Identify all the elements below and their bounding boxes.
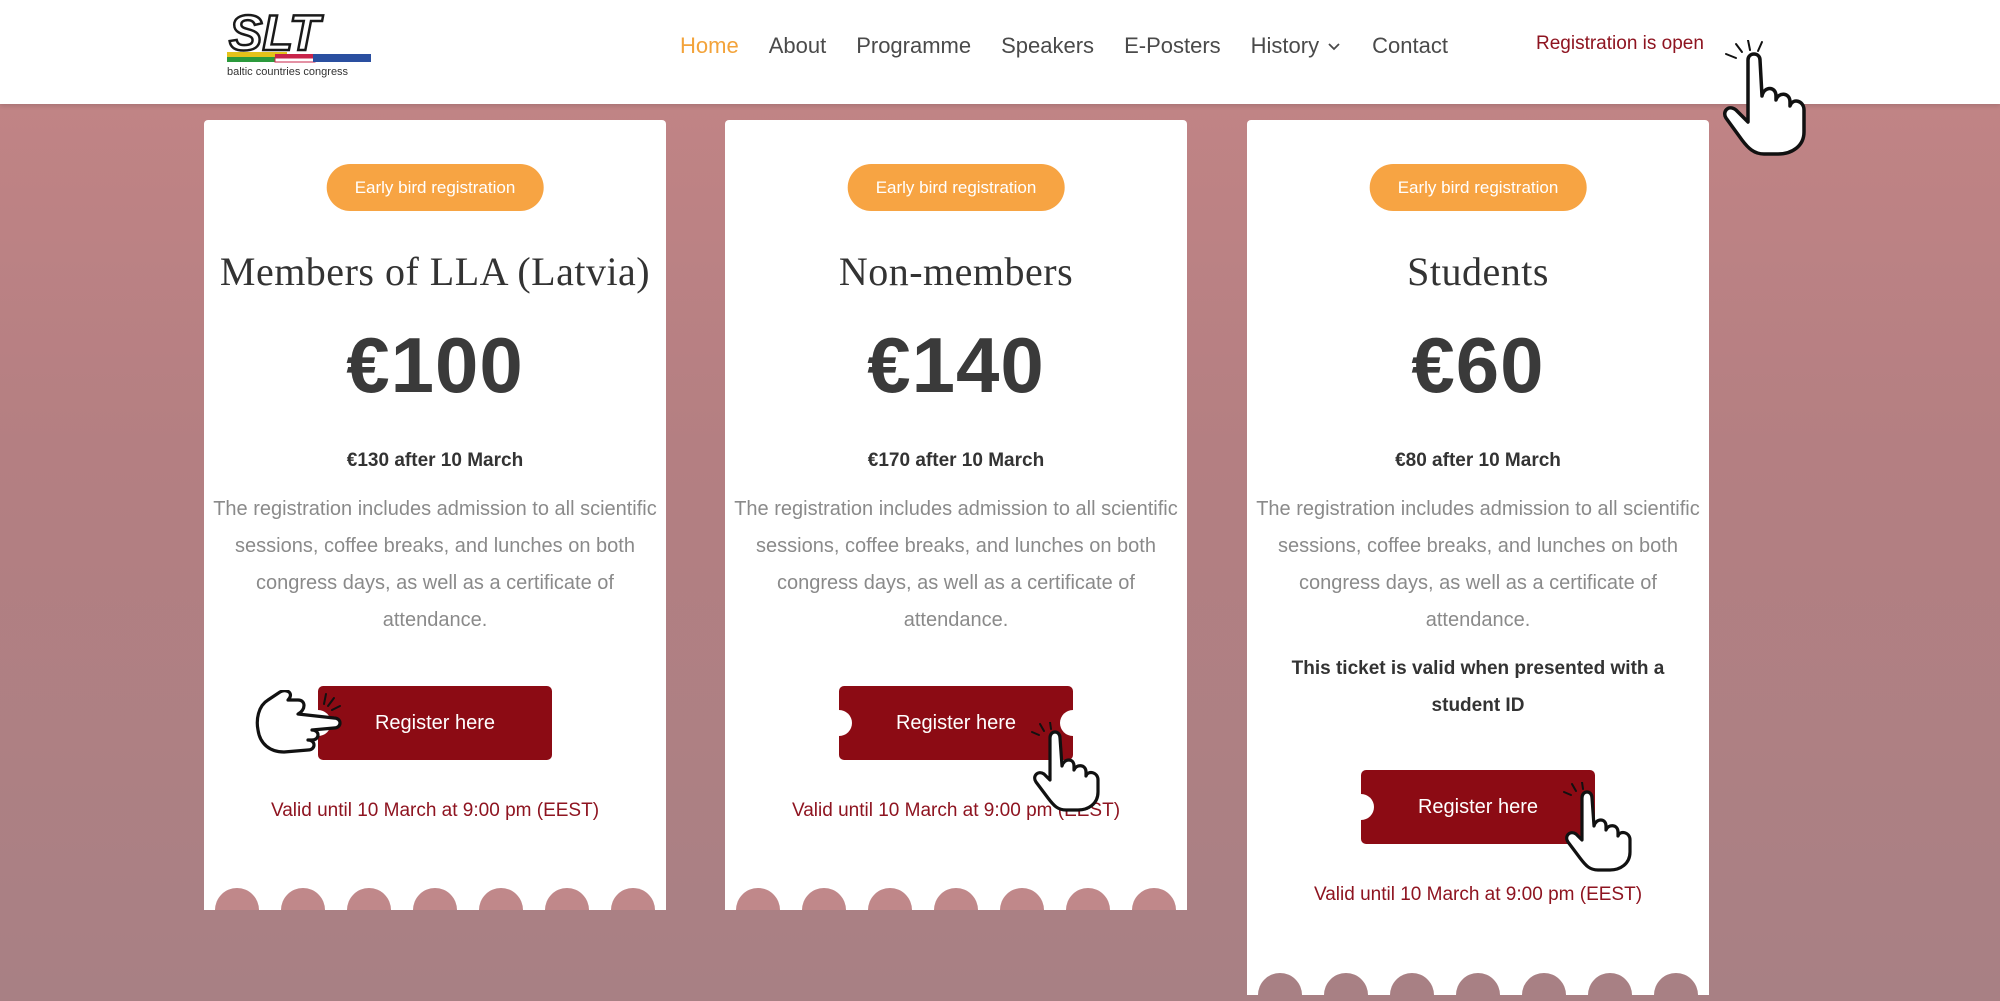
card-title: Non-members <box>838 249 1074 294</box>
slt-logo[interactable]: SLT baltic countries congress <box>225 4 385 82</box>
valid-until: Valid until 10 March at 9:00 pm (EEST) <box>791 800 1121 821</box>
nav-history[interactable]: History <box>1251 33 1342 59</box>
scallop-edge <box>204 888 666 910</box>
pointing-hand-icon <box>1031 722 1100 812</box>
ticket-notch-left <box>1348 794 1374 820</box>
early-bird-badge: Early bird registration <box>326 164 544 211</box>
scallop-edge <box>1247 973 1709 995</box>
price: €140 <box>867 321 1045 409</box>
pointing-hand-icon <box>1563 782 1632 872</box>
late-price: €130 after 10 March <box>346 450 524 471</box>
price: €60 <box>1411 321 1545 409</box>
register-button-label: Register here <box>895 712 1017 734</box>
nav-speakers[interactable]: Speakers <box>1001 33 1094 59</box>
valid-until: Valid until 10 March at 9:00 pm (EEST) <box>1313 884 1643 905</box>
valid-until: Valid until 10 March at 9:00 pm (EEST) <box>270 800 600 821</box>
card-title: Members of LLA (Latvia) <box>219 249 651 294</box>
nav-about[interactable]: About <box>769 33 827 59</box>
pointing-hand-icon <box>255 690 342 754</box>
card-title: Students <box>1407 249 1549 294</box>
late-price: €170 after 10 March <box>867 450 1045 471</box>
nav-contact[interactable]: Contact <box>1372 33 1448 59</box>
registration-open-link[interactable]: Registration is open <box>1536 33 1704 55</box>
card-description: The registration includes admission to a… <box>1256 498 1700 631</box>
pricing-card-non-members: Early bird registration Non-members €140… <box>725 120 1187 910</box>
main-nav: Home About Programme Speakers E-Posters … <box>680 30 1478 62</box>
early-bird-badge: Early bird registration <box>847 164 1065 211</box>
register-button-label: Register here <box>374 712 496 734</box>
logo-wordmark: SLT <box>229 10 324 61</box>
register-button-label: Register here <box>1417 796 1539 818</box>
nav-e-posters[interactable]: E-Posters <box>1124 33 1221 59</box>
late-price: €80 after 10 March <box>1395 450 1561 471</box>
nav-programme[interactable]: Programme <box>856 33 971 59</box>
site-header: SLT baltic countries congress Home About… <box>0 0 2000 104</box>
register-button[interactable]: Register here <box>1348 770 1595 844</box>
slt-logo-graphic: SLT <box>227 4 371 63</box>
register-button[interactable]: Register here <box>305 686 552 760</box>
ticket-notch-left <box>826 710 852 736</box>
chevron-down-icon <box>1328 43 1340 51</box>
early-bird-badge: Early bird registration <box>1369 164 1587 211</box>
scallop-edge <box>725 888 1187 910</box>
pricing-card-members: Early bird registration Members of LLA (… <box>204 120 666 910</box>
nav-home[interactable]: Home <box>680 33 739 59</box>
nav-history-label: History <box>1250 33 1320 58</box>
card-description: The registration includes admission to a… <box>734 498 1178 631</box>
student-id-note: This ticket is valid when presented with… <box>1291 658 1665 716</box>
pointing-hand-icon <box>1723 40 1806 156</box>
logo-tagline: baltic countries congress <box>227 66 349 78</box>
card-description: The registration includes admission to a… <box>213 498 657 631</box>
price: €100 <box>346 321 524 409</box>
